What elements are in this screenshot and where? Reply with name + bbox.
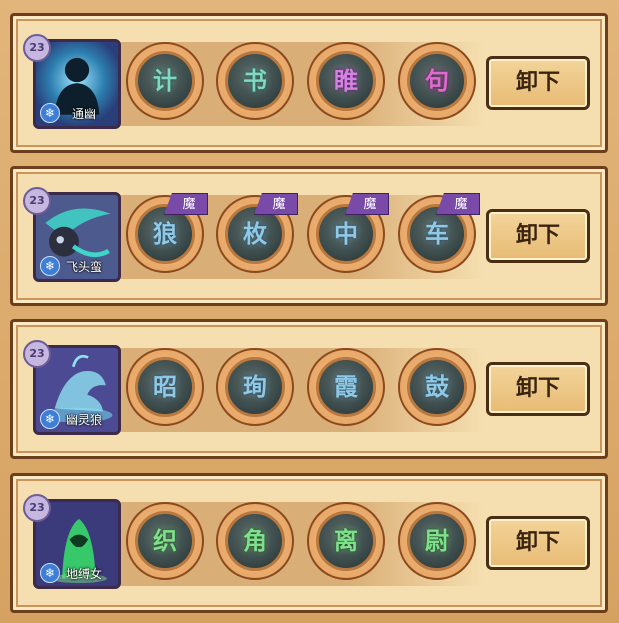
unload-button[interactable]: 卸下 [486,209,590,263]
rune-stone: 离 [316,511,376,571]
rune-stone: 尉 [407,511,467,571]
level-badge: 23 [23,494,51,522]
mo-tag: 魔 [164,193,208,215]
rune-stone: 睢 [316,51,376,111]
rune-glyph: 车 [425,220,449,248]
rune-stone: 角 [225,511,285,571]
unload-button[interactable]: 卸下 [486,56,590,110]
rune-glyph: 织 [153,527,177,555]
rune-glyph: 昭 [153,373,177,401]
mo-tag: 魔 [436,193,480,215]
mo-tag: 魔 [345,193,389,215]
mo-tag: 魔 [254,193,298,215]
equipment-row: 23 ❄ 飞头蛮狼魔枚魔中魔车魔卸下 [10,166,608,306]
rune-stone: 织 [135,511,195,571]
equipment-row: 23 ❄ 通幽计书睢句卸下 [10,13,608,153]
unload-button[interactable]: 卸下 [486,362,590,416]
rune-slot[interactable]: 织 [126,502,204,580]
rune-slot[interactable]: 珣 [216,348,294,426]
rune-slot[interactable]: 睢 [307,42,385,120]
rune-glyph: 书 [243,67,267,95]
snowflake-icon: ❄ [40,103,60,123]
rune-glyph: 珣 [243,373,267,401]
rune-slot[interactable]: 车魔 [398,193,480,273]
rune-slot[interactable]: 中魔 [307,193,389,273]
equipment-row: 23 ❄ 地缚女织角离尉卸下 [10,473,608,613]
rune-slot[interactable]: 计 [126,42,204,120]
snowflake-icon: ❄ [40,409,60,429]
rune-stone: 霞 [316,357,376,417]
rune-stone: 珣 [225,357,285,417]
rune-slot[interactable]: 尉 [398,502,476,580]
rune-glyph: 睢 [334,67,358,95]
equipment-row: 23 ❄ 幽灵狼昭珣霞鼓卸下 [10,319,608,459]
rune-glyph: 枚 [243,220,267,248]
rune-glyph: 中 [334,220,358,248]
rune-glyph: 尉 [425,527,449,555]
snowflake-icon: ❄ [40,256,60,276]
rune-glyph: 句 [425,67,449,95]
rune-slot[interactable]: 书 [216,42,294,120]
rune-glyph: 霞 [334,373,358,401]
rune-slot[interactable]: 霞 [307,348,385,426]
level-badge: 23 [23,340,51,368]
rune-slot[interactable]: 角 [216,502,294,580]
snowflake-icon: ❄ [40,563,60,583]
rune-stone: 昭 [135,357,195,417]
rune-glyph: 计 [153,67,177,95]
rune-slot[interactable]: 鼓 [398,348,476,426]
rune-glyph: 离 [334,527,358,555]
rune-slot[interactable]: 句 [398,42,476,120]
rune-stone: 句 [407,51,467,111]
rune-glyph: 角 [243,527,267,555]
rune-stone: 鼓 [407,357,467,417]
rune-slot[interactable]: 离 [307,502,385,580]
level-badge: 23 [23,34,51,62]
level-badge: 23 [23,187,51,215]
rune-stone: 计 [135,51,195,111]
unload-button[interactable]: 卸下 [486,516,590,570]
rune-glyph: 狼 [153,220,177,248]
rune-slot[interactable]: 昭 [126,348,204,426]
rune-slot[interactable]: 枚魔 [216,193,298,273]
rune-glyph: 鼓 [425,373,449,401]
rune-slot[interactable]: 狼魔 [126,193,208,273]
rune-stone: 书 [225,51,285,111]
